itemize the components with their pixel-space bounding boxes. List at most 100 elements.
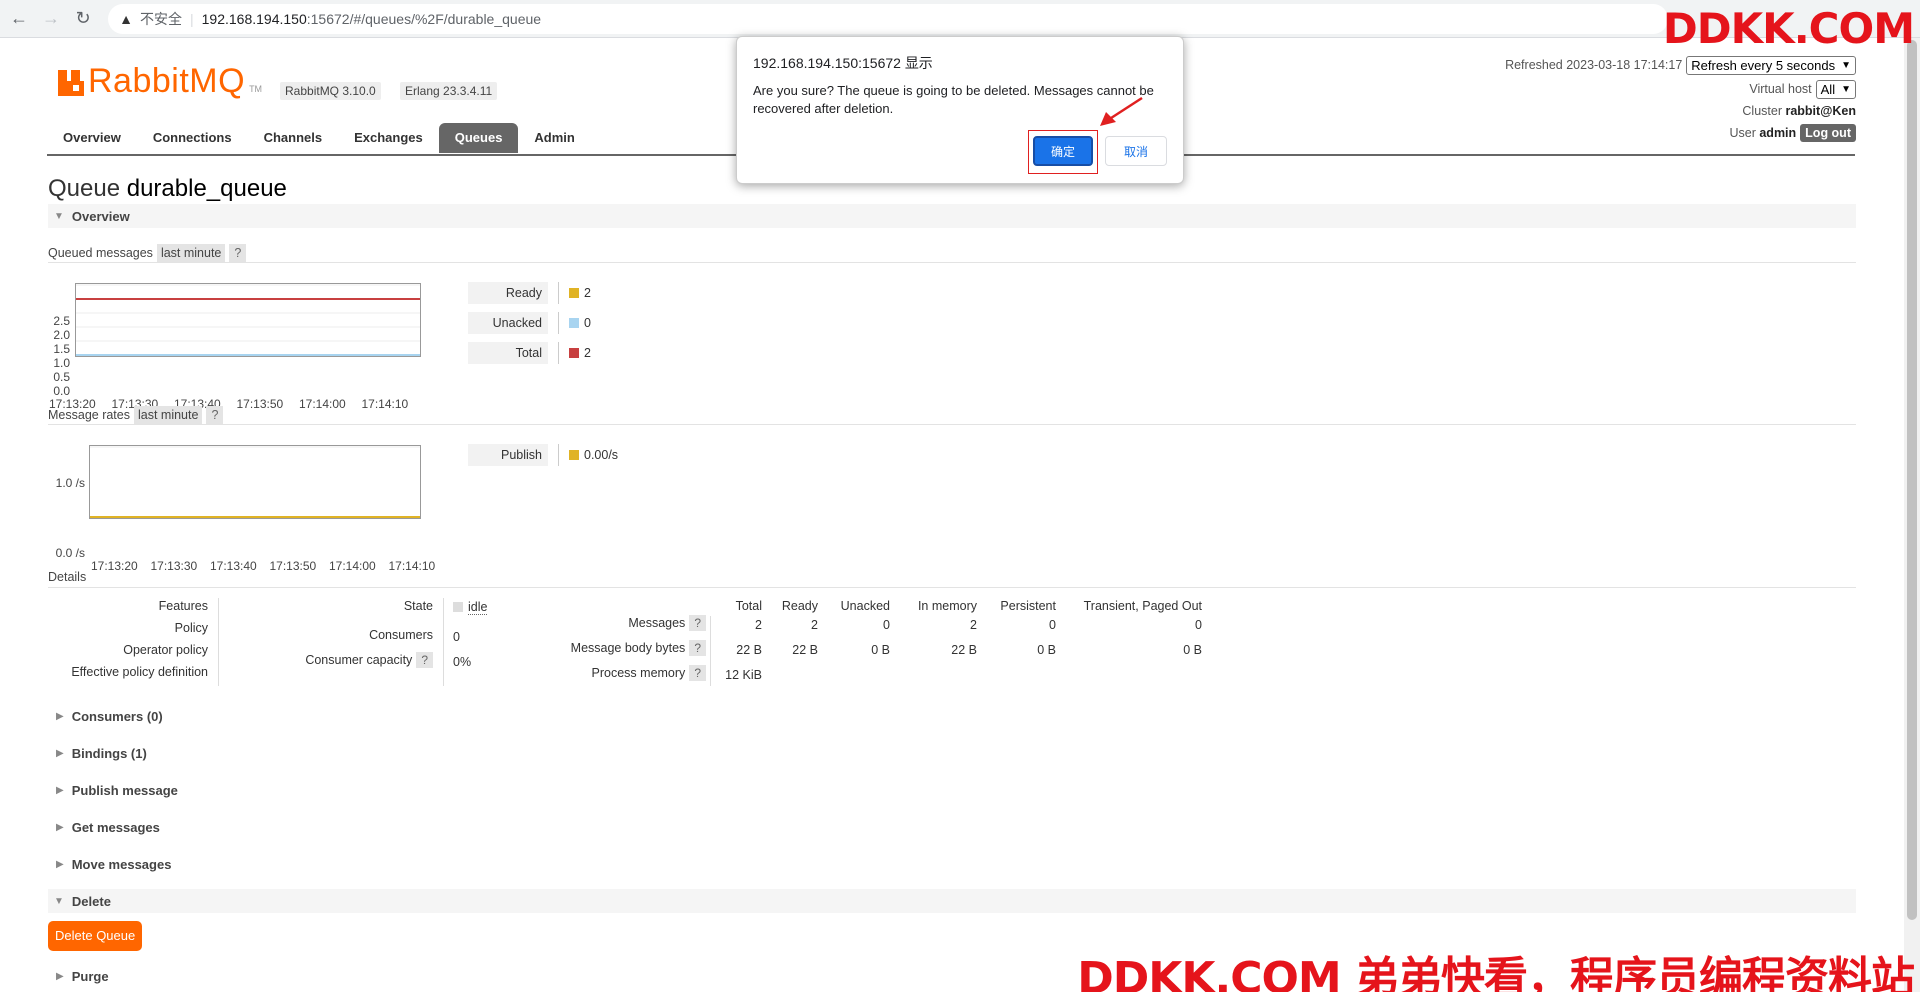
caret-down-icon: ▼ xyxy=(54,895,64,907)
x-tick-label: 17:14:10 xyxy=(388,559,436,573)
consumer-capacity-value: 0% xyxy=(453,655,472,669)
queued-messages-chart xyxy=(75,283,421,357)
col-ready: Ready xyxy=(781,599,818,613)
url-separator: | xyxy=(190,11,194,27)
tab-exchanges[interactable]: Exchanges xyxy=(338,123,439,153)
y-tick-label: 0.5 xyxy=(53,370,70,384)
rabbitmq-logo[interactable]: RabbitMQ TM xyxy=(58,62,262,100)
divider xyxy=(48,262,1856,263)
consumers-value: 0 xyxy=(453,630,460,644)
rabbitmq-logo-icon xyxy=(58,70,84,96)
divider xyxy=(48,587,1856,588)
section-bindings-toggle[interactable]: ▶ Bindings (1) xyxy=(48,741,1856,765)
section-publish-toggle[interactable]: ▶ Publish message xyxy=(48,778,1856,802)
erlang-version-badge: Erlang 23.3.4.11 xyxy=(400,82,498,100)
cell: 22 B xyxy=(792,643,818,657)
dialog-title: 192.168.194.150:15672 显示 xyxy=(753,55,933,71)
row-messages-label: Messages? xyxy=(628,615,706,631)
queue-name: durable_queue xyxy=(126,175,287,202)
cell: 2 xyxy=(755,618,762,632)
help-icon[interactable]: ? xyxy=(416,652,433,668)
help-icon[interactable]: ? xyxy=(689,665,706,681)
caret-right-icon: ▶ xyxy=(56,784,64,796)
legend-total: Total 2 xyxy=(468,342,591,364)
period-selector[interactable]: last minute xyxy=(133,406,203,424)
cell: 0 xyxy=(883,618,890,632)
legend-value: 0 xyxy=(584,316,591,330)
status-panel: Refreshed 2023-03-18 17:14:17 Refresh ev… xyxy=(1505,54,1856,144)
tab-connections[interactable]: Connections xyxy=(137,123,248,153)
col-transient: Transient, Paged Out xyxy=(1083,599,1202,613)
vhost-select[interactable]: All ▼ xyxy=(1815,79,1856,99)
caret-right-icon: ▶ xyxy=(56,821,64,833)
section-overview-toggle[interactable]: ▼ Overview xyxy=(48,204,1856,228)
y-tick-label: 1.0 /s xyxy=(55,476,85,490)
section-consumers-toggle[interactable]: ▶ Consumers (0) xyxy=(48,704,1856,728)
address-bar[interactable]: ▲ 不安全 | 192.168.194.150:15672/#/queues/%… xyxy=(108,4,1668,34)
browser-toolbar: ← → ↻ ▲ 不安全 | 192.168.194.150:15672/#/qu… xyxy=(0,0,1920,38)
x-tick-label: 17:13:40 xyxy=(210,559,257,573)
legend-unacked: Unacked 0 xyxy=(468,312,591,334)
section-move-toggle[interactable]: ▶ Move messages xyxy=(48,852,1856,876)
tab-queues[interactable]: Queues xyxy=(438,123,519,153)
divider xyxy=(218,598,219,686)
url-host: 192.168.194.150 xyxy=(201,11,307,27)
legend-label: Total xyxy=(468,342,548,364)
forward-icon[interactable]: → xyxy=(38,6,64,32)
insecure-label: 不安全 xyxy=(140,11,182,27)
caret-right-icon: ▶ xyxy=(56,747,64,759)
legend-swatch xyxy=(569,450,579,460)
section-delete-toggle[interactable]: ▼ Delete xyxy=(48,889,1856,913)
caret-right-icon: ▶ xyxy=(56,858,64,870)
y-tick-label: 0.0 xyxy=(53,384,70,398)
cell: 0 xyxy=(1195,618,1202,632)
chevron-down-icon: ▼ xyxy=(1841,59,1851,71)
cell: 22 B xyxy=(951,643,977,657)
row-process-memory-label: Process memory? xyxy=(592,665,706,681)
tab-admin[interactable]: Admin xyxy=(518,123,590,153)
page-title: Queue durable_queue xyxy=(48,175,287,202)
delete-queue-button[interactable]: Delete Queue xyxy=(48,921,143,951)
divider xyxy=(443,598,444,686)
y-tick-label: 1.0 xyxy=(53,356,70,370)
main-nav-tabs: Overview Connections Channels Exchanges … xyxy=(47,123,591,153)
reload-icon[interactable]: ↻ xyxy=(70,6,96,32)
y-tick-label: 0.0 /s xyxy=(55,546,85,560)
period-selector[interactable]: last minute xyxy=(156,244,226,262)
divider xyxy=(710,616,711,686)
consumers-label: Consumers xyxy=(369,628,433,642)
annotation-arrow-icon xyxy=(1100,96,1143,126)
legend-publish: Publish 0.00/s xyxy=(468,444,618,466)
x-tick-label: 17:13:50 xyxy=(236,397,284,411)
help-icon[interactable]: ? xyxy=(206,406,224,424)
cluster-name: rabbit@Ken xyxy=(1785,104,1856,118)
cell: 2 xyxy=(811,618,818,632)
logo-text: RabbitMQ xyxy=(88,62,246,100)
scrollbar-thumb[interactable] xyxy=(1907,40,1917,920)
state-value: idle xyxy=(453,600,488,615)
col-in-memory: In memory xyxy=(917,599,977,613)
legend-ready: Ready 2 xyxy=(468,282,591,304)
vhost-label: Virtual host xyxy=(1749,82,1812,96)
operator-policy-label: Operator policy xyxy=(123,643,208,657)
help-icon[interactable]: ? xyxy=(229,244,247,262)
help-icon[interactable]: ? xyxy=(689,615,706,631)
warning-icon: ▲ xyxy=(119,11,133,27)
col-unacked: Unacked xyxy=(840,599,890,613)
cell: 0 B xyxy=(1037,643,1056,657)
logout-button[interactable]: Log out xyxy=(1800,124,1856,142)
effective-policy-label: Effective policy definition xyxy=(71,665,208,679)
help-icon[interactable]: ? xyxy=(689,640,706,656)
tab-overview[interactable]: Overview xyxy=(47,123,137,153)
legend-value: 2 xyxy=(584,286,591,300)
cell: 12 KiB xyxy=(725,668,762,682)
legend-value: 2 xyxy=(584,346,591,360)
tab-channels[interactable]: Channels xyxy=(248,123,339,153)
back-icon[interactable]: ← xyxy=(6,6,32,32)
dialog-ok-button[interactable]: 确定 xyxy=(1033,136,1093,166)
dialog-cancel-button[interactable]: 取消 xyxy=(1105,136,1167,166)
x-tick-label: 17:13:30 xyxy=(150,559,198,573)
refresh-interval-select[interactable]: Refresh every 5 seconds ▼ xyxy=(1686,55,1856,75)
section-get-toggle[interactable]: ▶ Get messages xyxy=(48,815,1856,839)
x-tick-label: 17:13:20 xyxy=(91,559,138,573)
